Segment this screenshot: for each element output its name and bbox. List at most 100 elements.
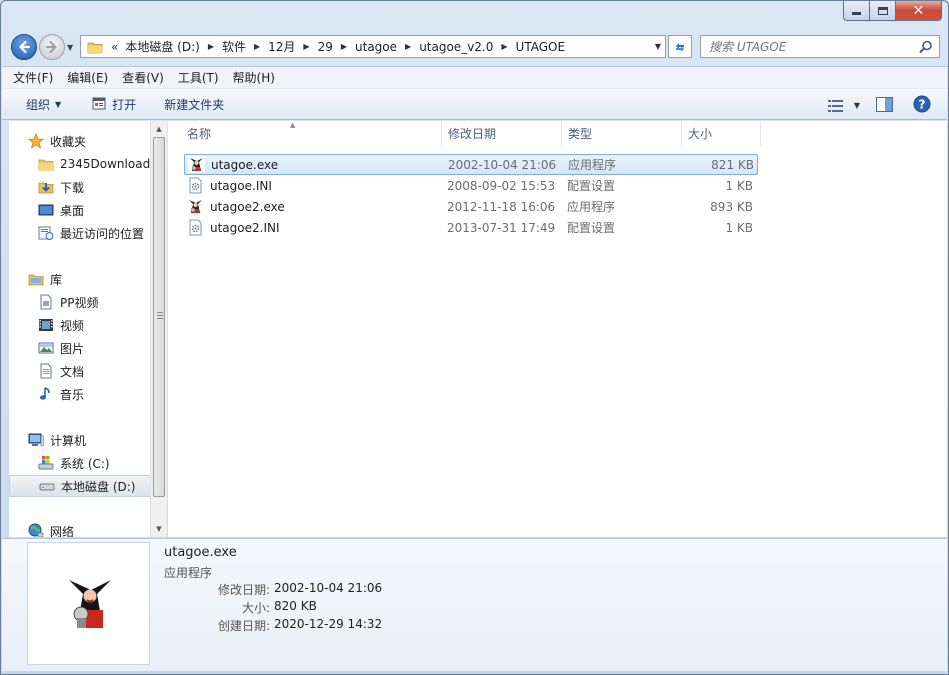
file-row[interactable]: utagoe2.exe 2012-11-18 16:06 应用程序 893 KB — [184, 196, 758, 217]
menu-tools[interactable]: 工具(T) — [178, 69, 219, 86]
file-name: utagoe2.exe — [210, 199, 285, 214]
breadcrumb-item[interactable]: 本地磁盘 (D:) ▶ — [125, 36, 222, 57]
recent-pages-dropdown[interactable]: ▼ — [67, 43, 77, 52]
picture-icon — [38, 342, 54, 354]
scrollbar-thumb[interactable] — [153, 137, 165, 497]
breadcrumb-item[interactable]: 软件 ▶ — [222, 36, 268, 57]
file-size: 1 KB — [725, 178, 753, 193]
search-icon[interactable] — [919, 40, 933, 54]
nav-libraries[interactable]: 库 — [9, 268, 151, 290]
nav-item-desktop[interactable]: 桌面 — [9, 199, 151, 221]
minimize-icon — [852, 12, 861, 15]
chevron-down-icon: ▼ — [853, 101, 860, 110]
chevron-right-icon: ▶ — [303, 42, 310, 51]
nav-computer[interactable]: 计算机 — [9, 429, 151, 451]
recent-places-icon — [38, 226, 54, 240]
help-icon: ? — [913, 95, 931, 113]
navigation-pane: 收藏夹 2345Downloads 下载 桌面 最近访问的位置 库 PP视频 视… — [9, 121, 167, 537]
details-modified: 修改日期: 2002-10-04 21:06 — [217, 581, 383, 597]
column-header-date[interactable]: 修改日期 — [442, 121, 562, 146]
file-type: 应用程序 — [567, 200, 616, 214]
file-type: 应用程序 — [568, 158, 617, 172]
column-header-type[interactable]: 类型 — [562, 121, 682, 146]
open-button[interactable]: 打开 — [91, 89, 136, 119]
music-icon — [40, 387, 50, 400]
drive-icon — [39, 483, 55, 491]
organize-button[interactable]: 组织 ▼ — [26, 89, 61, 119]
search-input[interactable] — [701, 36, 906, 57]
arrow-right-icon — [45, 40, 57, 54]
close-button[interactable]: ✕ — [896, 1, 942, 21]
nav-favorites[interactable]: 收藏夹 — [9, 130, 151, 152]
network-icon — [28, 523, 44, 537]
svg-text:?: ? — [919, 98, 926, 112]
file-row[interactable]: utagoe.exe 2002-10-04 21:06 应用程序 821 KB — [184, 154, 758, 175]
nav-item-videos[interactable]: 视频 — [9, 314, 151, 336]
file-type: 配置设置 — [567, 221, 616, 235]
breadcrumb-item[interactable]: utagoe_v2.0 ▶ — [419, 36, 515, 57]
chevron-right-icon: ▶ — [207, 42, 214, 51]
file-name: utagoe.exe — [211, 157, 279, 172]
scroll-up-icon[interactable]: ▲ — [151, 121, 167, 137]
nav-item-drive-d[interactable]: 本地磁盘 (D:) — [9, 475, 151, 497]
menu-help[interactable]: 帮助(H) — [233, 69, 275, 86]
window-title — [341, 5, 601, 21]
chevron-down-icon: ▼ — [55, 99, 62, 109]
computer-icon — [28, 433, 44, 447]
nav-item-recent-places[interactable]: 最近访问的位置 — [9, 222, 151, 244]
file-name: utagoe2.INI — [210, 220, 280, 235]
refresh-button[interactable] — [668, 35, 692, 58]
nav-item-pictures[interactable]: 图片 — [9, 337, 151, 359]
details-pane: utagoe.exe 应用程序 修改日期: 2002-10-04 21:06 大小… — [2, 538, 947, 671]
new-folder-button[interactable]: 新建文件夹 — [164, 89, 224, 119]
column-headers: 名称 修改日期 类型 大小 — [181, 121, 761, 146]
file-name-cell: utagoe.exe — [185, 156, 443, 173]
menu-view[interactable]: 查看(V) — [122, 69, 164, 86]
app-icon — [187, 198, 204, 215]
menu-edit[interactable]: 编辑(E) — [67, 69, 108, 86]
view-details-icon — [827, 99, 843, 112]
breadcrumb-item[interactable]: utagoe ▶ — [355, 36, 419, 57]
file-date: 2002-10-04 21:06 — [448, 157, 557, 172]
video-icon — [39, 319, 53, 331]
app-thumbnail-icon — [62, 577, 115, 630]
scroll-down-icon[interactable]: ▼ — [151, 521, 167, 537]
arrow-left-icon — [19, 40, 31, 54]
document-icon — [40, 363, 52, 379]
breadcrumb-item[interactable]: 12月 ▶ — [268, 36, 317, 57]
preview-pane-button[interactable] — [876, 96, 893, 115]
maximize-button[interactable] — [870, 1, 896, 21]
file-type: 配置设置 — [567, 179, 616, 193]
downloads-folder-icon — [38, 182, 54, 194]
app-icon — [188, 156, 205, 173]
search-box[interactable] — [700, 35, 940, 58]
nav-item-pp-video[interactable]: PP视频 — [9, 291, 151, 313]
nav-item-music[interactable]: 音乐 — [9, 383, 151, 405]
column-header-size[interactable]: 大小 — [682, 121, 761, 146]
change-view-button[interactable]: ▼ — [827, 99, 860, 113]
help-button[interactable]: ? — [913, 95, 931, 116]
details-size: 大小: 820 KB — [241, 599, 317, 615]
command-bar: 组织 ▼ 打开 新建文件夹 ▼ ? — [2, 88, 947, 120]
breadcrumb-item[interactable]: 29 ▶ — [318, 36, 355, 57]
nav-network[interactable]: 网络 — [9, 520, 151, 537]
column-header-name[interactable]: 名称 — [181, 121, 442, 146]
breadcrumb-item-current[interactable]: UTAGOE — [516, 36, 566, 57]
nav-item-downloads[interactable]: 下载 — [9, 176, 151, 198]
file-row[interactable]: utagoe.INI 2008-09-02 15:53 配置设置 1 KB — [184, 175, 758, 196]
nav-item-drive-c[interactable]: 系统 (C:) — [9, 452, 151, 474]
grip-icon — [157, 312, 163, 319]
breadcrumb-overflow[interactable]: « — [103, 36, 125, 57]
nav-item-documents[interactable]: 文档 — [9, 360, 151, 382]
address-dropdown-icon[interactable]: ▼ — [655, 42, 661, 51]
minimize-button[interactable] — [843, 1, 870, 21]
menu-bar: 文件(F) 编辑(E) 查看(V) 工具(T) 帮助(H) — [2, 66, 947, 88]
menu-file[interactable]: 文件(F) — [13, 69, 53, 86]
forward-button[interactable] — [39, 34, 65, 60]
back-button[interactable] — [11, 34, 37, 60]
nav-scrollbar[interactable]: ▲ ▼ — [150, 121, 167, 537]
chevron-right-icon: ▶ — [253, 42, 261, 51]
address-bar[interactable]: « 本地磁盘 (D:) ▶ 软件 ▶ 12月 ▶ 29 ▶ utagoe ▶ utagoe… — [80, 35, 666, 58]
nav-item-2345downloads[interactable]: 2345Downloads — [9, 153, 151, 175]
file-row[interactable]: utagoe2.INI 2013-07-31 17:49 配置设置 1 KB — [184, 217, 758, 238]
